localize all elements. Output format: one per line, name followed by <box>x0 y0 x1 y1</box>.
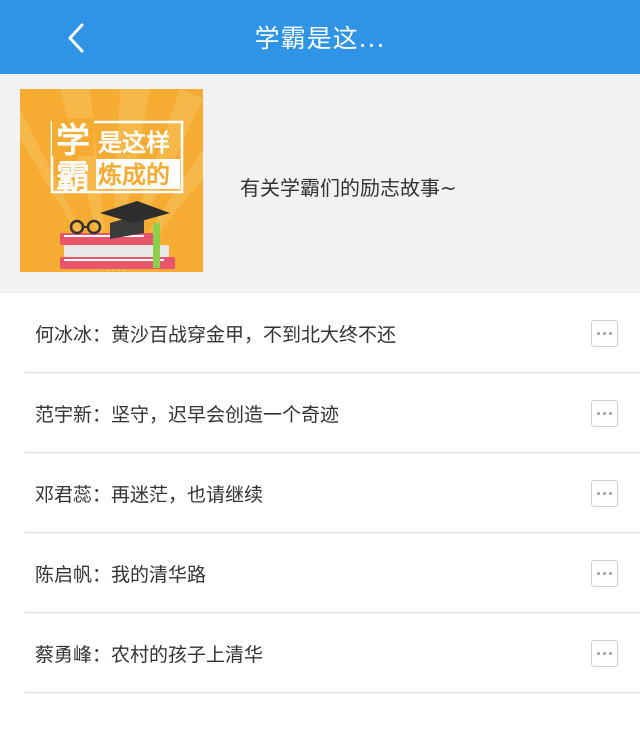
list-item-title: 范宇新：坚守，迟早会创造一个奇迹 <box>35 404 340 426</box>
top-nav-bar: 学霸是这... <box>0 0 640 74</box>
back-button[interactable] <box>56 18 96 58</box>
album-description: 有关学霸们的励志故事~ <box>240 176 457 200</box>
cover-line-2: 炼成的 <box>98 161 170 189</box>
ellipsis-icon <box>597 572 600 575</box>
ellipsis-icon <box>597 332 600 335</box>
list-item-title: 陈启帆：我的清华路 <box>35 564 207 586</box>
chevron-left-icon <box>68 23 84 53</box>
list-item[interactable]: 范宇新：坚守，迟早会创造一个奇迹 <box>25 373 640 453</box>
list-item[interactable]: 何冰冰：黄沙百战穿金甲，不到北大终不还 <box>25 293 640 373</box>
list-item-title: 何冰冰：黄沙百战穿金甲，不到北大终不还 <box>35 324 397 346</box>
list-item-title: 蔡勇峰：农村的孩子上清华 <box>35 644 264 666</box>
cover-big-char-2: 霸 <box>56 158 90 198</box>
story-list: 何冰冰：黄沙百战穿金甲，不到北大终不还 范宇新：坚守，迟早会创造一个奇迹 邓君蕊… <box>0 293 640 693</box>
album-cover-image: 学 霸 是这样 炼成的 <box>20 89 203 272</box>
more-options-button[interactable] <box>591 480 618 507</box>
ellipsis-icon <box>597 412 600 415</box>
ellipsis-icon <box>597 492 600 495</box>
page-title: 学霸是这... <box>254 24 386 53</box>
more-options-button[interactable] <box>591 560 618 587</box>
cover-illustration: 学 霸 是这样 炼成的 <box>20 89 203 272</box>
list-item[interactable]: 陈启帆：我的清华路 <box>25 533 640 613</box>
list-item-title: 邓君蕊：再迷茫，也请继续 <box>35 484 264 506</box>
cover-big-char-1: 学 <box>56 121 90 161</box>
album-banner: 学 霸 是这样 炼成的 有关学霸们的励志故事~ <box>0 74 640 293</box>
list-item[interactable]: 蔡勇峰：农村的孩子上清华 <box>25 613 640 693</box>
more-options-button[interactable] <box>591 400 618 427</box>
more-options-button[interactable] <box>591 640 618 667</box>
list-item[interactable]: 邓君蕊：再迷茫，也请继续 <box>25 453 640 533</box>
more-options-button[interactable] <box>591 320 618 347</box>
cover-line-1: 是这样 <box>98 129 170 157</box>
ellipsis-icon <box>597 652 600 655</box>
